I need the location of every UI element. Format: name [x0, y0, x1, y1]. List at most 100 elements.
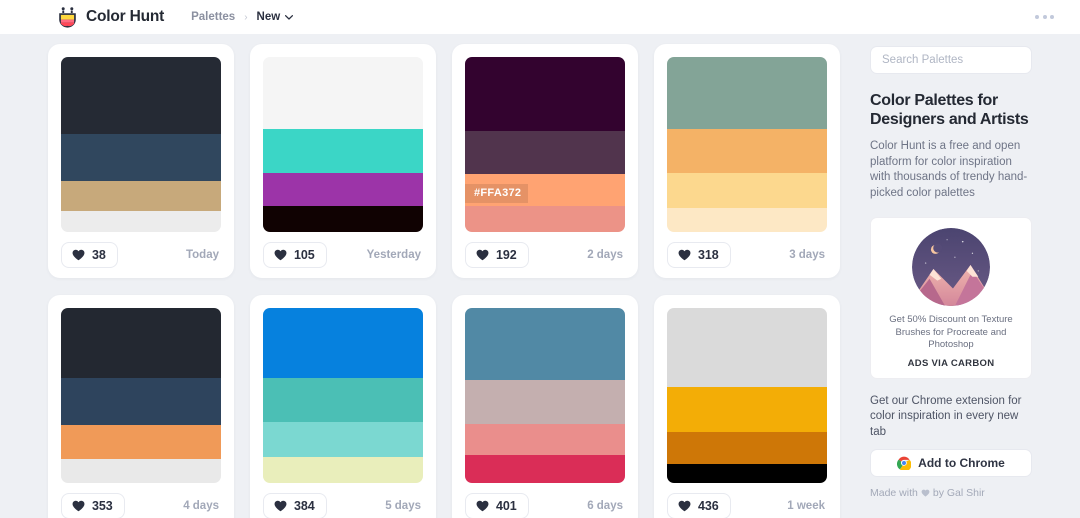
- palette-grid: 38 Today 105 Yesterday #FFA372 192 2 days 318 3 …: [0, 34, 870, 518]
- breadcrumb-new-dropdown[interactable]: New: [257, 11, 294, 23]
- palette-color-band[interactable]: [465, 455, 625, 483]
- palette-date: Yesterday: [366, 249, 421, 261]
- palette-card-footer: 353 4 days: [61, 483, 221, 518]
- palette-color-band[interactable]: [61, 308, 221, 378]
- sidebar: Color Palettes for Designers and Artists…: [870, 34, 1080, 499]
- heart-icon: [72, 249, 85, 261]
- heart-icon: [921, 489, 930, 497]
- heart-icon: [476, 249, 489, 261]
- ad-provider-tag[interactable]: ADS VIA CARBON: [879, 358, 1023, 369]
- brand-logo[interactable]: Color Hunt: [58, 6, 165, 28]
- add-to-chrome-button[interactable]: Add to Chrome: [870, 449, 1032, 477]
- palette-color-band[interactable]: [465, 379, 625, 424]
- palette-color-band[interactable]: [61, 211, 221, 232]
- like-count: 105: [294, 248, 315, 262]
- palette-color-band[interactable]: [263, 421, 423, 457]
- search-input[interactable]: [882, 54, 1036, 66]
- palette-color-band[interactable]: [263, 128, 423, 173]
- palette-color-band[interactable]: [61, 425, 221, 459]
- palette-color-band[interactable]: [465, 130, 625, 175]
- palette-date: Today: [185, 249, 219, 261]
- more-options-button[interactable]: [1031, 7, 1058, 27]
- palette-color-band[interactable]: [61, 134, 221, 182]
- palette-card[interactable]: 105 Yesterday: [250, 44, 436, 278]
- breadcrumb-new-label: New: [256, 11, 281, 23]
- palette-color-band[interactable]: [465, 423, 625, 455]
- search-palettes-box[interactable]: [870, 46, 1036, 74]
- palette-swatches[interactable]: #FFA372: [465, 57, 625, 232]
- palette-date: 1 week: [787, 500, 825, 512]
- palette-color-band[interactable]: [667, 57, 827, 129]
- made-with-prefix: Made with: [870, 487, 918, 499]
- heart-icon: [72, 500, 85, 512]
- palette-card-footer: 401 6 days: [465, 483, 625, 518]
- app-header: Color Hunt Palettes › New: [0, 0, 1080, 34]
- palette-swatches[interactable]: [61, 308, 221, 483]
- palette-color-band[interactable]: [667, 386, 827, 433]
- palette-color-band[interactable]: [667, 432, 827, 464]
- like-button[interactable]: 318: [667, 242, 731, 268]
- night-mountains-illustration: [912, 228, 990, 306]
- palette-card[interactable]: 38 Today: [48, 44, 234, 278]
- heart-icon: [476, 500, 489, 512]
- palette-color-band[interactable]: [667, 172, 827, 208]
- palette-color-band[interactable]: [263, 172, 423, 206]
- like-button[interactable]: 384: [263, 493, 327, 518]
- palette-color-band[interactable]: [263, 308, 423, 378]
- sidebar-description: Color Hunt is a free and open platform f…: [870, 140, 1028, 199]
- palette-color-band[interactable]: [61, 181, 221, 211]
- palette-card-footer: 436 1 week: [667, 483, 827, 518]
- palette-color-band[interactable]: [667, 128, 827, 173]
- like-button[interactable]: 105: [263, 242, 327, 268]
- breadcrumb-palettes[interactable]: Palettes: [191, 11, 235, 23]
- palette-color-band[interactable]: [61, 57, 221, 134]
- like-button[interactable]: 401: [465, 493, 529, 518]
- palette-swatches[interactable]: [61, 57, 221, 232]
- palette-color-band[interactable]: [263, 205, 423, 232]
- extension-description: Get our Chrome extension for color inspi…: [870, 394, 1022, 438]
- palette-color-band[interactable]: [465, 308, 625, 380]
- palette-card[interactable]: 401 6 days: [452, 295, 638, 518]
- like-button[interactable]: 436: [667, 493, 731, 518]
- palette-swatches[interactable]: [465, 308, 625, 483]
- palette-card[interactable]: 436 1 week: [654, 295, 840, 518]
- breadcrumb-separator: ›: [244, 11, 248, 23]
- made-with-credit: Made with by Gal Shir: [870, 487, 1080, 499]
- heart-icon: [274, 249, 287, 261]
- breadcrumb: Palettes › New: [191, 11, 294, 23]
- like-button[interactable]: 192: [465, 242, 529, 268]
- palette-swatches[interactable]: [263, 308, 423, 483]
- palette-swatches[interactable]: [263, 57, 423, 232]
- palette-card[interactable]: 353 4 days: [48, 295, 234, 518]
- chevron-down-icon: [285, 14, 294, 20]
- like-button[interactable]: 38: [61, 242, 118, 268]
- add-to-chrome-label: Add to Chrome: [918, 456, 1005, 470]
- palette-color-band[interactable]: [667, 308, 827, 387]
- brand-name: Color Hunt: [86, 8, 165, 25]
- hex-code-tooltip: #FFA372: [465, 183, 529, 203]
- palette-color-band[interactable]: [263, 456, 423, 483]
- palette-card-footer: 192 2 days: [465, 232, 625, 278]
- palette-color-band[interactable]: [465, 57, 625, 131]
- palette-color-band[interactable]: #FFA372: [465, 174, 625, 206]
- palette-color-band[interactable]: [667, 463, 827, 483]
- palette-card[interactable]: 318 3 days: [654, 44, 840, 278]
- palette-color-band[interactable]: [61, 458, 221, 483]
- palette-date: 3 days: [789, 249, 825, 261]
- more-options-dot: [1042, 15, 1047, 19]
- like-button[interactable]: 353: [61, 493, 125, 518]
- palette-swatches[interactable]: [667, 308, 827, 483]
- palette-color-band[interactable]: [263, 378, 423, 422]
- palette-card[interactable]: #FFA372 192 2 days: [452, 44, 638, 278]
- palette-color-band[interactable]: [61, 378, 221, 426]
- palette-color-band[interactable]: [667, 207, 827, 232]
- like-count: 38: [92, 248, 106, 262]
- palette-card[interactable]: 384 5 days: [250, 295, 436, 518]
- palette-color-band[interactable]: [465, 205, 625, 232]
- palette-date: 4 days: [183, 500, 219, 512]
- chrome-icon: [897, 456, 912, 470]
- carbon-ad[interactable]: Get 50% Discount on Texture Brushes for …: [870, 217, 1032, 379]
- palette-swatches[interactable]: [667, 57, 827, 232]
- palette-color-band[interactable]: [263, 57, 423, 129]
- ad-text: Get 50% Discount on Texture Brushes for …: [889, 314, 1013, 350]
